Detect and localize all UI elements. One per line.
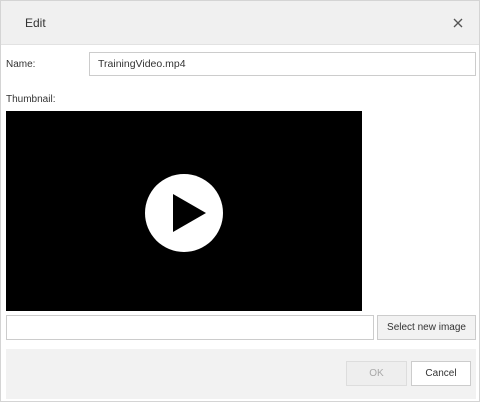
thumbnail-label: Thumbnail:	[6, 94, 56, 105]
ok-button[interactable]: OK	[346, 361, 407, 386]
name-label: Name:	[6, 59, 36, 70]
cancel-button[interactable]: Cancel	[411, 361, 471, 386]
dialog-titlebar: Edit	[1, 1, 479, 45]
dialog-title: Edit	[25, 16, 46, 30]
thumbnail-preview	[6, 111, 362, 311]
close-button[interactable]	[448, 13, 468, 33]
thumbnail-path-input[interactable]	[6, 315, 374, 340]
play-icon	[145, 174, 223, 252]
play-button[interactable]	[144, 173, 224, 253]
close-icon	[453, 18, 463, 28]
name-input[interactable]	[89, 52, 476, 76]
edit-dialog: Edit Name: Thumbnail: Select new image O…	[0, 0, 480, 402]
select-new-image-button[interactable]: Select new image	[377, 315, 476, 340]
